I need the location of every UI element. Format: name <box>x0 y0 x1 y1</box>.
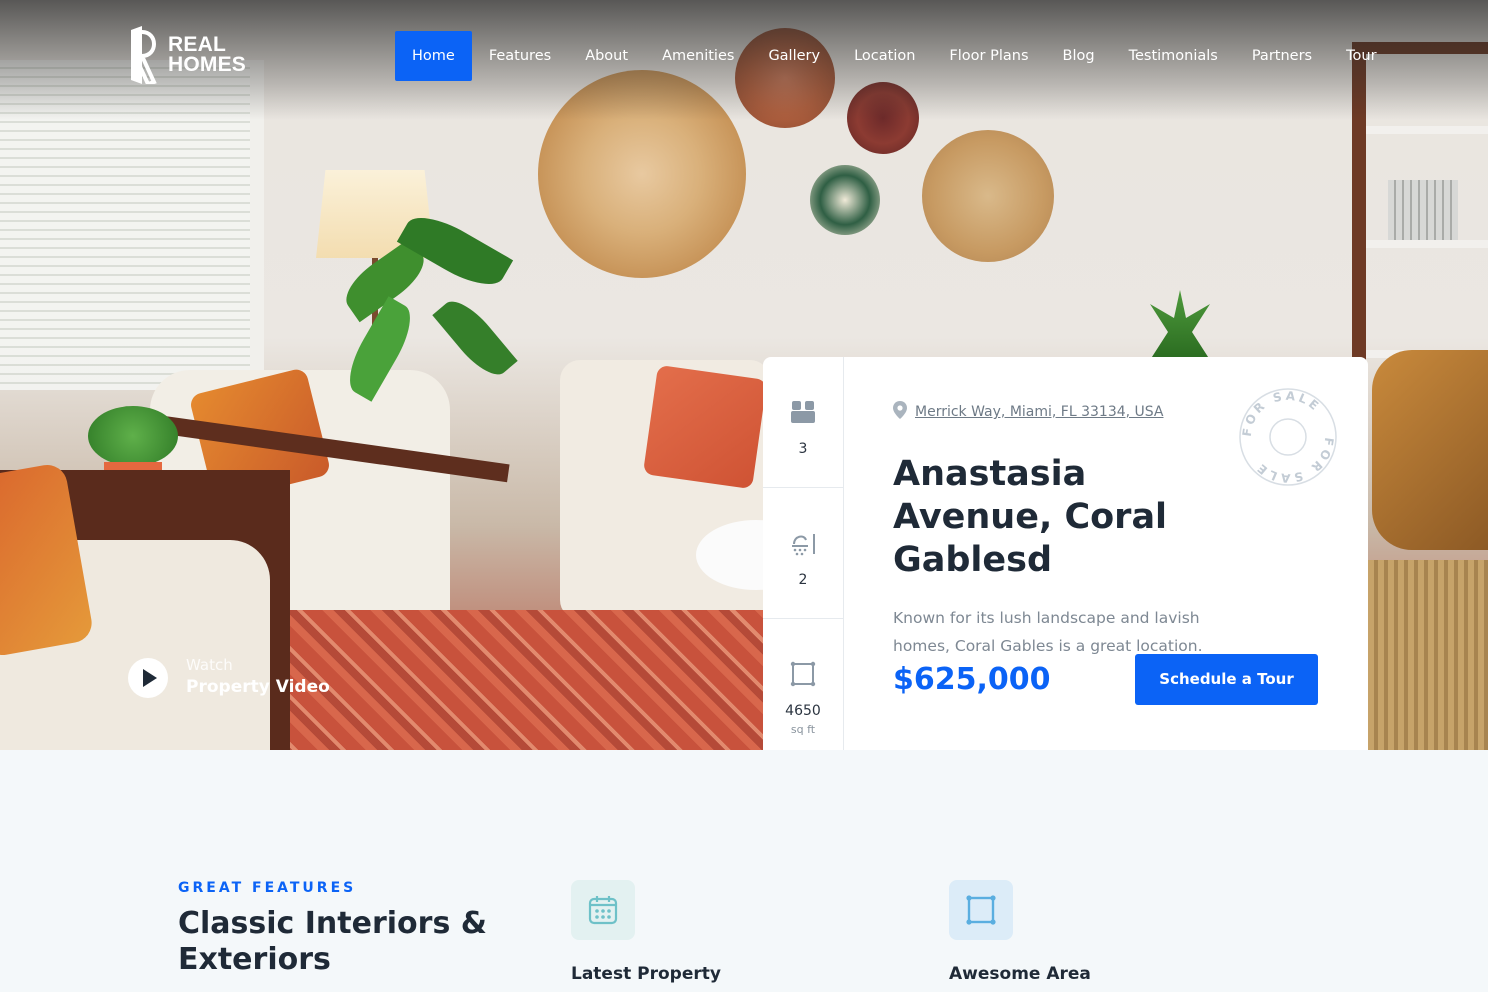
property-description: Known for its lush landscape and lavish … <box>893 609 1203 655</box>
nav-home[interactable]: Home <box>395 31 472 81</box>
nav-amenities[interactable]: Amenities <box>645 31 751 81</box>
area-unit: sq ft <box>790 723 816 736</box>
property-price: $625,000 <box>893 662 1051 697</box>
features-section: GREAT FEATURES Classic Interiors & Exter… <box>0 750 1488 992</box>
feature-latest-property: Latest Property <box>571 880 721 984</box>
location-pin-icon <box>893 401 907 423</box>
shelf-books <box>1388 180 1458 240</box>
jute-rug <box>1368 560 1488 750</box>
area-value: 4650 <box>785 703 821 719</box>
potted-plant <box>88 406 178 466</box>
badge-text-1: FOR SALE <box>1240 389 1321 438</box>
nav-partners[interactable]: Partners <box>1235 31 1329 81</box>
property-specs: 3 2 4650 sq ft <box>763 357 844 750</box>
feature-awesome-area: Awesome Area <box>949 880 1091 984</box>
logo-line-1: REAL <box>168 33 226 56</box>
logo-r-icon <box>128 26 158 87</box>
logo-line-2: HOMES <box>168 53 247 76</box>
nav-gallery[interactable]: Gallery <box>751 31 837 81</box>
property-title: Anastasia Avenue, Coral Gablesd <box>893 454 1168 580</box>
svg-text:FOR SALE: FOR SALE <box>1253 437 1337 486</box>
nav-features[interactable]: Features <box>472 31 568 81</box>
watch-video-link[interactable]: Watch Property Video <box>128 656 330 700</box>
site-logo[interactable]: REAL HOMES <box>128 26 247 87</box>
property-card: 3 2 4650 sq ft Merrick Way, Miami, FL 33… <box>763 357 1368 750</box>
plant-leaf <box>396 205 514 297</box>
features-eyebrow: GREAT FEATURES <box>178 880 357 896</box>
bookshelf-shelf <box>1366 126 1488 134</box>
address-link[interactable]: Merrick Way, Miami, FL 33134, USA <box>915 404 1164 420</box>
features-title: Classic Interiors & Exteriors <box>178 906 487 977</box>
nav-blog[interactable]: Blog <box>1046 31 1112 81</box>
bathrooms-value: 2 <box>798 572 808 588</box>
wall-basket <box>810 165 880 235</box>
bookshelf-shelf <box>1366 240 1488 248</box>
nav-testimonials[interactable]: Testimonials <box>1112 31 1235 81</box>
main-nav: Home Features About Amenities Gallery Lo… <box>395 31 1394 81</box>
nav-tour[interactable]: Tour <box>1329 31 1393 81</box>
watch-video-text: Watch Property Video <box>186 656 330 700</box>
sofa-pillow <box>642 364 768 490</box>
price-row: $625,000 Schedule a Tour <box>893 654 1318 705</box>
badge-text-2: FOR SALE <box>1253 437 1334 486</box>
area-icon <box>790 661 816 691</box>
wall-basket <box>922 130 1054 262</box>
leather-chair <box>1372 350 1488 550</box>
feature-label: Awesome Area <box>949 964 1091 984</box>
play-icon[interactable] <box>128 658 168 698</box>
spec-bathrooms: 2 <box>763 488 843 619</box>
plant-leaf <box>432 291 518 385</box>
for-sale-badge: FOR SALE FOR SALE <box>1238 387 1338 487</box>
snake-plant <box>1150 290 1210 360</box>
property-video-label: Property Video <box>186 677 330 697</box>
feature-label: Latest Property <box>571 964 721 984</box>
area-icon <box>949 880 1013 940</box>
svg-text:FOR SALE: FOR SALE <box>1240 389 1324 438</box>
nav-floor-plans[interactable]: Floor Plans <box>932 31 1045 81</box>
calendar-icon <box>571 880 635 940</box>
bed-icon <box>790 399 816 429</box>
schedule-tour-button[interactable]: Schedule a Tour <box>1135 654 1318 705</box>
nav-about[interactable]: About <box>568 31 645 81</box>
spec-area: 4650 sq ft <box>763 619 843 750</box>
shower-icon <box>790 530 816 560</box>
watch-label: Watch <box>186 656 233 674</box>
spec-bedrooms: 3 <box>763 357 843 488</box>
property-details: Merrick Way, Miami, FL 33134, USA Anasta… <box>844 357 1368 750</box>
logo-wordmark: REAL HOMES <box>168 33 247 76</box>
nav-location[interactable]: Location <box>837 31 932 81</box>
bedrooms-value: 3 <box>798 441 808 457</box>
